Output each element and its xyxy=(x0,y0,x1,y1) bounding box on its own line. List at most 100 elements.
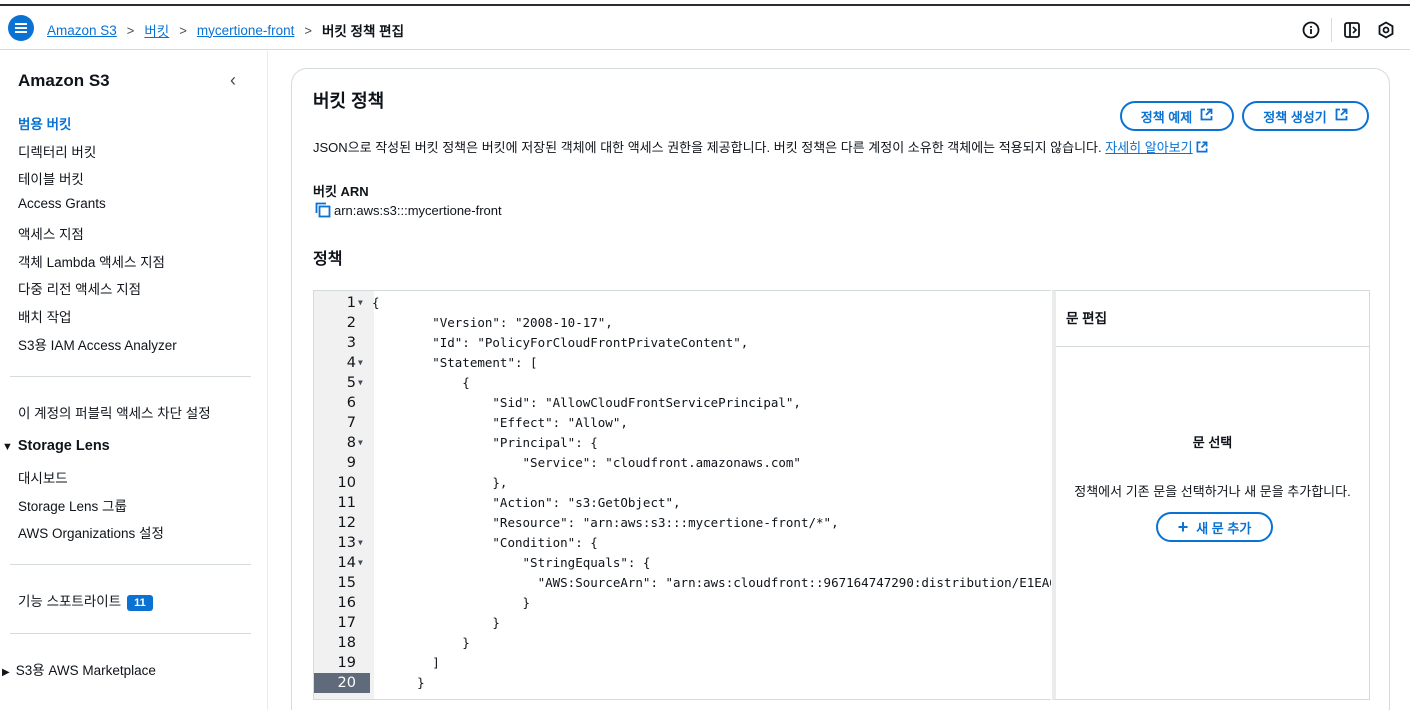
code-line[interactable]: 19 ] xyxy=(314,653,1051,673)
panel-header: 문 편집 xyxy=(1066,311,1108,326)
fold-arrow-icon[interactable]: ▼ xyxy=(358,353,363,373)
code-text: "Condition": { xyxy=(372,535,598,550)
line-number: 11 xyxy=(337,495,356,511)
code-line[interactable]: 5 ▼ { xyxy=(314,373,1051,393)
panel-divider xyxy=(1056,346,1369,347)
sidebar-item-organizations-settings[interactable]: AWS Organizations 설정 xyxy=(18,522,164,542)
fold-arrow-icon[interactable]: ▼ xyxy=(358,433,363,453)
fold-arrow-icon[interactable]: ▼ xyxy=(358,373,363,393)
code-line[interactable]: 17 } xyxy=(314,613,1051,633)
sidebar-item-access-points[interactable]: 액세스 지점 xyxy=(18,223,84,243)
code-text: } xyxy=(372,675,425,690)
breadcrumb-amazon-s3[interactable]: Amazon S3 xyxy=(47,23,117,38)
copy-icon[interactable] xyxy=(315,202,331,218)
code-line[interactable]: 14 ▼ "StringEquals": { xyxy=(314,553,1051,573)
line-number: 15 xyxy=(337,575,356,591)
code-line[interactable]: 4 ▼ "Statement": [ xyxy=(314,353,1051,373)
code-text: "Resource": "arn:aws:s3:::mycertione-fro… xyxy=(372,515,839,530)
code-line[interactable]: 6 "Sid": "AllowCloudFrontServicePrincipa… xyxy=(314,393,1051,413)
sidebar-section-label: S3용 AWS Marketplace xyxy=(15,663,156,678)
bucket-arn-value: arn:aws:s3:::mycertione-front xyxy=(334,202,502,218)
header-tools xyxy=(1301,18,1396,42)
code-line[interactable]: 2 "Version": "2008-10-17", xyxy=(314,313,1051,333)
sidebar-item-batch-operations[interactable]: 배치 작업 xyxy=(18,306,71,326)
line-number: 6 xyxy=(346,395,356,411)
collapse-sidebar-icon[interactable]: ‹ xyxy=(230,70,236,91)
code-line[interactable]: 3 "Id": "PolicyForCloudFrontPrivateConte… xyxy=(314,333,1051,353)
sidebar-item-multi-region-access-points[interactable]: 다중 리전 액세스 지점 xyxy=(18,278,141,298)
fold-arrow-icon[interactable]: ▼ xyxy=(358,533,363,553)
header-divider xyxy=(1331,18,1332,42)
code-line[interactable]: 7 "Effect": "Allow", xyxy=(314,413,1051,433)
code-text: "Action": "s3:GetObject", xyxy=(372,495,681,510)
code-line[interactable]: 11 "Action": "s3:GetObject", xyxy=(314,493,1051,513)
code-line[interactable]: 20 } xyxy=(314,673,1051,693)
sidebar-item-iam-access-analyzer[interactable]: S3용 IAM Access Analyzer xyxy=(18,334,177,354)
sidebar-section-storage-lens[interactable]: ▼ Storage Lens xyxy=(2,438,110,454)
fold-arrow-icon[interactable]: ▼ xyxy=(358,293,363,313)
panel-title: 문 선택 xyxy=(1192,435,1233,450)
fold-arrow-icon[interactable]: ▼ xyxy=(358,553,363,573)
code-line[interactable]: 9 "Service": "cloudfront.amazonaws.com" xyxy=(314,453,1051,473)
code-line[interactable]: 12 "Resource": "arn:aws:s3:::mycertione-… xyxy=(314,513,1051,533)
breadcrumb-bucket-name[interactable]: mycertione-front xyxy=(197,23,295,38)
description-text: JSON으로 작성된 버킷 정책은 버킷에 저장된 객체에 대한 액세스 권한을… xyxy=(313,140,1102,155)
sidebar-title[interactable]: Amazon S3 xyxy=(18,71,110,91)
sidebar-item-block-public-access[interactable]: 이 계정의 퍼블릭 액세스 차단 설정 xyxy=(18,402,211,422)
settings-icon[interactable] xyxy=(1376,20,1396,40)
policy-examples-button[interactable]: 정책 예제 xyxy=(1120,101,1234,131)
policy-generator-button[interactable]: 정책 생성기 xyxy=(1242,101,1369,131)
policy-description: JSON으로 작성된 버킷 정책은 버킷에 저장된 객체에 대한 액세스 권한을… xyxy=(313,137,1208,156)
menu-icon[interactable] xyxy=(8,15,34,41)
policy-code-editor[interactable]: 1 ▼{2 "Version": "2008-10-17", 3 "Id": "Po… xyxy=(313,290,1051,700)
sidebar-item-general-buckets[interactable]: 범용 버킷 xyxy=(18,113,71,133)
line-number: 9 xyxy=(346,455,356,471)
code-text: "Service": "cloudfront.amazonaws.com" xyxy=(372,455,801,470)
breadcrumb-current-page: 버킷 정책 편집 xyxy=(321,24,404,39)
button-label: 새 문 추가 xyxy=(1196,520,1252,536)
bucket-arn: arn:aws:s3:::mycertione-front xyxy=(315,202,502,218)
code-line[interactable]: 16 } xyxy=(314,593,1051,613)
code-line[interactable]: 18 } xyxy=(314,633,1051,653)
code-text: }, xyxy=(372,475,508,490)
code-line[interactable]: 15 "AWS:SourceArn": "arn:aws:cloudfront:… xyxy=(314,573,1051,593)
line-number: 20 xyxy=(337,675,356,691)
side-navigation: Amazon S3 ‹ 범용 버킷 디렉터리 버킷 테이블 버킷 Access … xyxy=(0,51,268,710)
sidebar-divider xyxy=(10,564,251,565)
caret-right-icon: ▶ xyxy=(2,667,10,678)
breadcrumb-buckets[interactable]: 버킷 xyxy=(144,20,169,40)
line-number: 13 xyxy=(337,535,356,551)
line-number: 14 xyxy=(337,555,356,571)
feature-count-badge: 11 xyxy=(127,595,153,611)
line-number: 5 xyxy=(346,375,356,391)
split-panel-icon[interactable] xyxy=(1342,20,1362,40)
sidebar-item-object-lambda-access-points[interactable]: 객체 Lambda 액세스 지점 xyxy=(18,251,165,271)
code-text: } xyxy=(372,615,500,630)
chevron-right-icon: > xyxy=(304,22,312,38)
sidebar-item-table-buckets[interactable]: 테이블 버킷 xyxy=(18,168,84,188)
line-number: 19 xyxy=(337,655,356,671)
sidebar-item-access-grants[interactable]: Access Grants xyxy=(18,196,106,211)
external-link-icon xyxy=(1200,108,1213,124)
edit-statement-panel: 문 편집 문 선택 정책에서 기존 문을 선택하거나 새 문을 추가합니다. +… xyxy=(1052,290,1370,700)
chevron-right-icon: > xyxy=(179,22,187,38)
bucket-policy-container: 버킷 정책 정책 예제 정책 생성기 JSON으로 작성된 버킷 정책은 버킷에… xyxy=(291,68,1390,710)
chevron-right-icon: > xyxy=(126,22,135,38)
line-number: 1 xyxy=(346,295,356,311)
sidebar-section-marketplace[interactable]: ▶ S3용 AWS Marketplace xyxy=(2,659,156,679)
bucket-arn-label: 버킷 ARN xyxy=(313,184,369,199)
sidebar-item-dashboards[interactable]: 대시보드 xyxy=(18,467,68,487)
code-text: "AWS:SourceArn": "arn:aws:cloudfront::96… xyxy=(372,575,1051,590)
info-icon[interactable] xyxy=(1301,20,1321,40)
code-line[interactable]: 13 ▼ "Condition": { xyxy=(314,533,1051,553)
sidebar-item-feature-spotlight[interactable]: 기능 스포트라이트 11 xyxy=(18,590,153,611)
code-line[interactable]: 10 }, xyxy=(314,473,1051,493)
sidebar-item-storage-lens-groups[interactable]: Storage Lens 그룹 xyxy=(18,495,127,515)
sidebar-item-directory-buckets[interactable]: 디렉터리 버킷 xyxy=(18,141,96,161)
line-number: 12 xyxy=(337,515,356,531)
add-statement-button[interactable]: + 새 문 추가 xyxy=(1156,512,1273,542)
code-line[interactable]: 8 ▼ "Principal": { xyxy=(314,433,1051,453)
learn-more-link[interactable]: 자세히 알아보기 xyxy=(1105,140,1192,155)
code-line[interactable]: 1 ▼ { xyxy=(314,293,1051,313)
code-text: ] xyxy=(372,655,440,670)
